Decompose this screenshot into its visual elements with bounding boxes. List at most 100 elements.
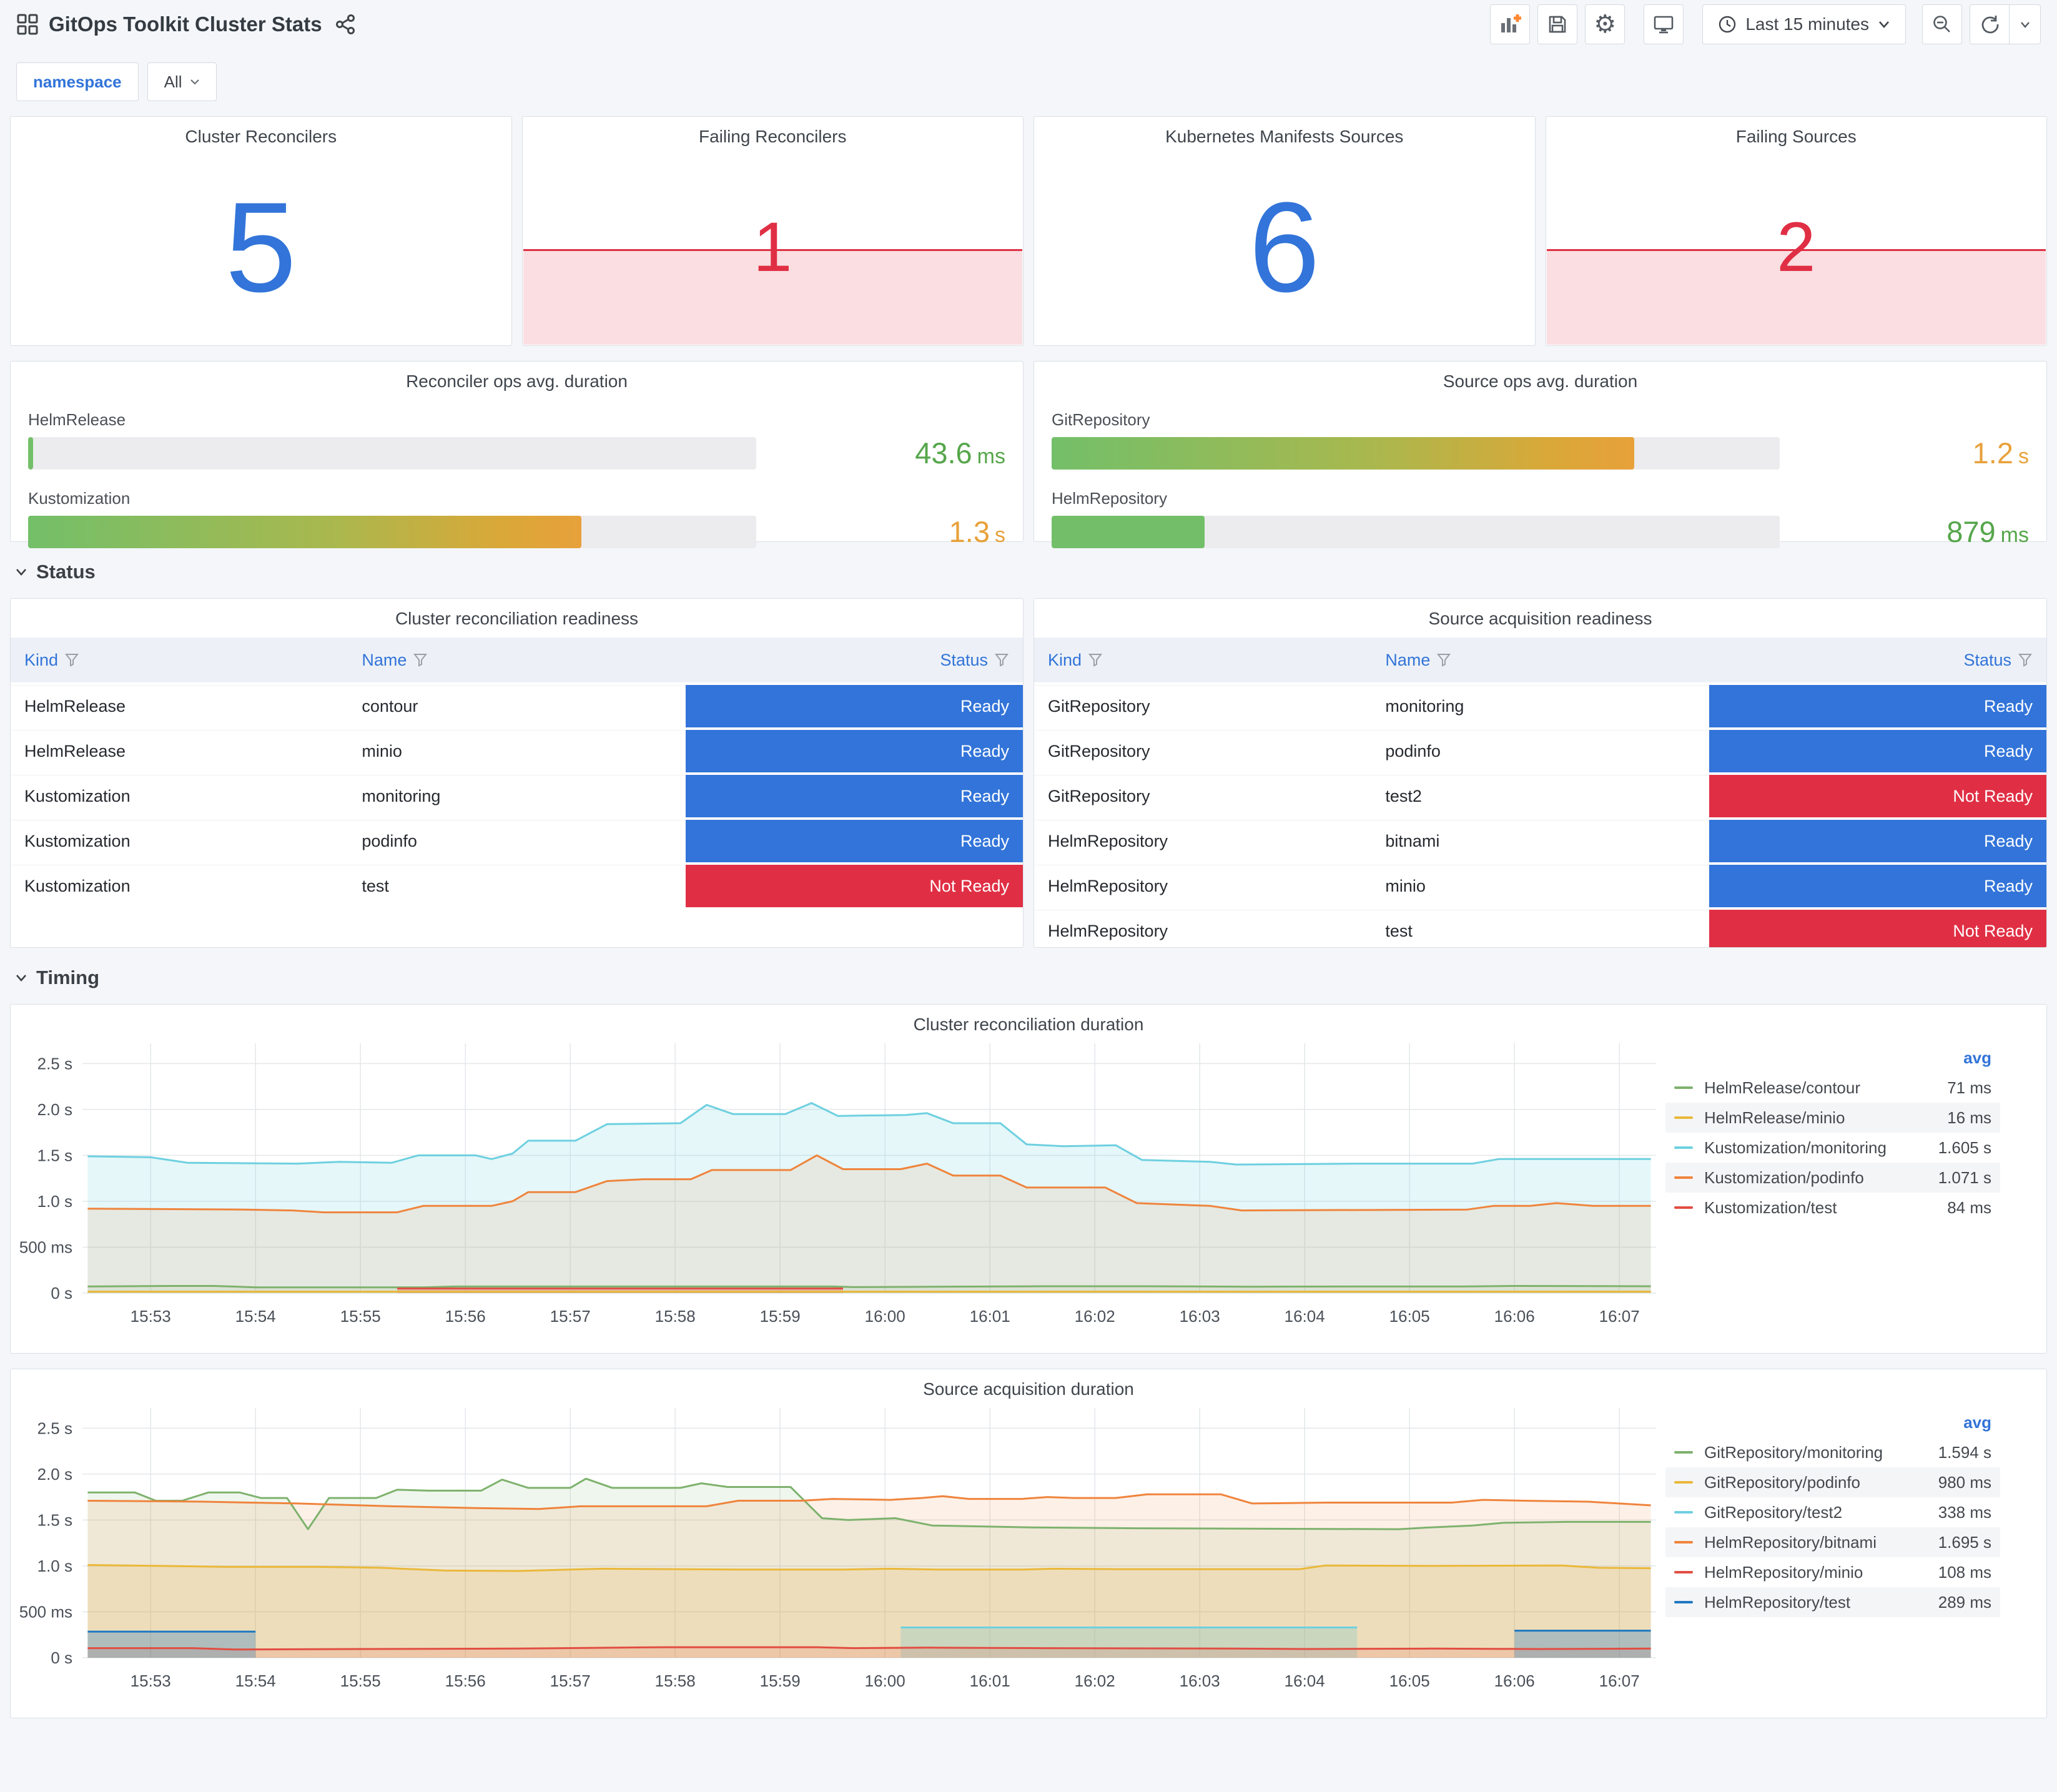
svg-text:1.5 s: 1.5 s: [37, 1510, 72, 1529]
gauge-fill: [1052, 515, 1205, 548]
gauge-track: [28, 436, 756, 470]
column-header-name[interactable]: Name: [348, 638, 686, 684]
legend-item[interactable]: HelmRepository/test 289 ms: [1665, 1587, 2000, 1617]
svg-text:15:59: 15:59: [760, 1671, 801, 1690]
timeseries-chart[interactable]: 0 s 500 ms 1.0 s 1.5 s 2.0 s 2.5 s 15:53 15:54 1…: [11, 1035, 1665, 1328]
readiness-table: Kind Name Status HelmRelease contour Ready Hel…: [11, 638, 1023, 907]
legend-series-name: Kustomization/podinfo: [1704, 1168, 1864, 1187]
section-status[interactable]: Status: [15, 561, 2042, 583]
legend-series-name: GitRepository/podinfo: [1704, 1472, 1861, 1492]
timeseries-chart[interactable]: 0 s 500 ms 1.0 s 1.5 s 2.0 s 2.5 s 15:53 15:54 1…: [11, 1399, 1665, 1693]
cell-status: Ready: [1709, 817, 2046, 864]
svg-text:15:56: 15:56: [445, 1671, 486, 1690]
zoom-out-button[interactable]: [1922, 4, 1962, 44]
bar-gauge: GitRepository 1.2 s HelmRepository 879 ms: [1034, 410, 2046, 549]
cell-name: test: [1371, 907, 1709, 947]
add-panel-button[interactable]: [1490, 4, 1531, 44]
column-header-kind[interactable]: Kind: [11, 638, 348, 684]
legend-item[interactable]: HelmRepository/bitnami 1.695 s: [1665, 1527, 2000, 1557]
table-row: GitRepository test2 Not Ready: [1034, 772, 2046, 819]
share-icon[interactable]: [335, 14, 356, 35]
svg-text:16:00: 16:00: [865, 1307, 905, 1326]
gauge-fill: [28, 436, 34, 470]
panel-title: Failing Reconcilers: [698, 127, 847, 146]
table-row: HelmRelease minio Ready: [11, 727, 1023, 774]
svg-text:15:59: 15:59: [760, 1307, 801, 1326]
gauge-track: [28, 515, 756, 548]
save-dashboard-button[interactable]: [1537, 4, 1578, 44]
time-range-picker[interactable]: Last 15 minutes: [1702, 4, 1906, 44]
dashboard-settings-button[interactable]: ⚙: [1585, 4, 1625, 44]
cell-kind: HelmRelease: [11, 727, 348, 774]
legend-series-swatch: [1674, 1176, 1693, 1179]
time-range-label: Last 15 minutes: [1745, 14, 1869, 34]
svg-text:16:07: 16:07: [1599, 1671, 1640, 1690]
legend-item[interactable]: GitRepository/test2 338 ms: [1665, 1497, 2000, 1527]
legend-avg-header[interactable]: avg: [1665, 1047, 2000, 1073]
chart-panel-source-acquisition: Source acquisition duration 0 s 500 ms 1.0…: [10, 1369, 2047, 1718]
chart-legend: avg GitRepository/monitoring 1.594 s GitRep…: [1665, 1399, 2015, 1617]
apps-grid-icon[interactable]: [16, 13, 39, 36]
legend-item[interactable]: Kustomization/podinfo 1.071 s: [1665, 1163, 2000, 1193]
section-timing[interactable]: Timing: [15, 967, 2042, 989]
zoom-out-icon: [1931, 14, 1953, 35]
clock-icon: [1718, 15, 1737, 34]
cell-name: monitoring: [1371, 682, 1709, 729]
column-header-status[interactable]: Status: [1709, 638, 2046, 684]
panel-title: Cluster reconciliation duration: [913, 1015, 1144, 1034]
legend-avg-header[interactable]: avg: [1665, 1412, 2000, 1437]
gauge-value-number: 1.3: [949, 515, 990, 548]
svg-text:15:57: 15:57: [550, 1307, 591, 1326]
stat-panel-manifests-sources: Kubernetes Manifests Sources 6: [1033, 116, 1536, 346]
filter-icon[interactable]: [2018, 652, 2033, 667]
filter-icon[interactable]: [994, 652, 1009, 667]
gauge-label: HelmRelease: [28, 410, 126, 429]
legend-series-avg: 16 ms: [1947, 1108, 1991, 1127]
refresh-interval-button[interactable]: [2010, 4, 2041, 44]
legend-series-name: GitRepository/test2: [1704, 1502, 1843, 1522]
svg-text:1.0 s: 1.0 s: [37, 1557, 72, 1575]
gauge-track: [1052, 515, 1780, 548]
refresh-button-group: [1970, 4, 2041, 44]
legend-series-avg: 338 ms: [1938, 1502, 1991, 1522]
legend-item[interactable]: HelmRelease/minio 16 ms: [1665, 1103, 2000, 1133]
chevron-down-icon: [190, 78, 200, 86]
legend-item[interactable]: HelmRepository/minio 108 ms: [1665, 1557, 2000, 1587]
table-row: GitRepository monitoring Ready: [1034, 682, 2046, 729]
filter-icon[interactable]: [413, 652, 428, 667]
legend-item[interactable]: GitRepository/monitoring 1.594 s: [1665, 1437, 2000, 1467]
tv-icon: [1652, 13, 1675, 36]
gauge-value: 1.2 s: [1780, 436, 2029, 470]
column-header-status[interactable]: Status: [685, 638, 1023, 684]
cycle-view-button[interactable]: [1644, 4, 1684, 44]
svg-text:16:03: 16:03: [1180, 1671, 1220, 1690]
add-panel-icon: [1498, 12, 1522, 36]
legend-item[interactable]: Kustomization/monitoring 1.605 s: [1665, 1133, 2000, 1163]
status-badge: Ready: [685, 685, 1023, 727]
chart-legend: avg HelmRelease/contour 71 ms HelmRelease/m…: [1665, 1035, 2015, 1223]
legend-item[interactable]: HelmRelease/contour 71 ms: [1665, 1073, 2000, 1103]
refresh-button[interactable]: [1970, 4, 2010, 44]
filter-icon[interactable]: [1436, 652, 1451, 667]
svg-text:15:58: 15:58: [655, 1671, 696, 1690]
filter-icon[interactable]: [1088, 652, 1103, 667]
svg-text:15:54: 15:54: [235, 1671, 276, 1690]
filter-icon[interactable]: [64, 652, 79, 667]
legend-item[interactable]: GitRepository/podinfo 980 ms: [1665, 1467, 2000, 1497]
legend-item[interactable]: Kustomization/test 84 ms: [1665, 1193, 2000, 1223]
table-row: HelmRelease contour Ready: [11, 682, 1023, 729]
cell-status: Ready: [685, 682, 1023, 729]
cell-kind: HelmRepository: [1034, 862, 1372, 908]
cell-kind: Kustomization: [11, 817, 348, 864]
variable-namespace-select[interactable]: All: [147, 62, 217, 101]
svg-text:1.0 s: 1.0 s: [37, 1192, 72, 1211]
stat-value: 6: [1248, 175, 1320, 319]
column-header-kind[interactable]: Kind: [1034, 638, 1372, 684]
column-header-name[interactable]: Name: [1371, 638, 1709, 684]
variable-namespace-label[interactable]: namespace: [16, 62, 139, 101]
legend-series-name: Kustomization/monitoring: [1704, 1138, 1887, 1157]
status-badge: Not Ready: [1709, 775, 2046, 817]
panel-title: Cluster reconciliation readiness: [395, 609, 639, 628]
chart-body: 0 s 500 ms 1.0 s 1.5 s 2.0 s 2.5 s 15:53 15:54 1…: [11, 1035, 2046, 1328]
svg-text:500 ms: 500 ms: [19, 1602, 72, 1621]
